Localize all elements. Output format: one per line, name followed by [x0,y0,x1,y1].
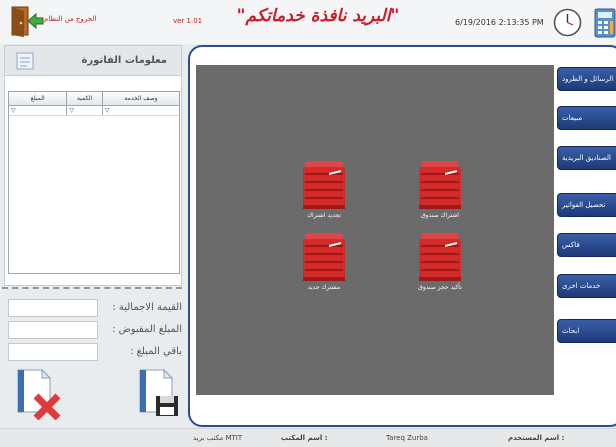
filter-icon[interactable]: ▽ [9,106,66,115]
invoice-title: معلومات الفاتورة [81,55,167,66]
column-header-service-description[interactable]: وصف الخدمة [101,92,179,105]
menu-sales[interactable]: مبيعات [557,106,616,130]
box-subscription-label: اشتراك صندوق [421,212,459,219]
column-header-quantity[interactable]: الكمية [66,92,102,105]
invoice-header: معلومات الفاتورة [5,46,181,76]
filter-icon[interactable]: ▽ [101,106,179,115]
confirm-box-reservation-service[interactable]: تأكيد حجز صندوق [410,231,470,291]
remaining-amount-label: باقي المبلغ : [130,346,182,357]
delete-document-icon[interactable] [16,368,62,421]
renew-subscription-label: تجديد اشتراك [307,212,341,219]
column-header-amount[interactable]: المبلغ [9,92,66,105]
mailbox-icon [419,161,461,209]
menu-po-boxes[interactable]: الصناديق البريدية [557,146,616,170]
clock-icon [553,8,582,37]
top-bar: الخروج من النظام ver 1.01 "البريد نافذة … [0,0,616,44]
mailbox-icon [303,233,345,281]
box-subscription-service[interactable]: اشتراك صندوق [410,159,470,219]
menu-fax[interactable]: فاكس [557,233,616,257]
total-value-row: القيمة الاجمالية : [8,299,186,318]
menu-research[interactable]: ابحاث [557,319,616,343]
app-title: "البريد نافذة خدماتكم" [236,6,400,26]
invoice-document-icon [15,51,35,71]
table-header-row: المبلغ الكمية وصف الخدمة [9,92,179,106]
datetime-label: 6/19/2016 2:13:35 PM [455,18,544,27]
office-label: اسم المكتب : [281,434,328,442]
save-document-icon[interactable] [136,368,180,418]
version-label: ver 1.01 [173,17,203,25]
menu-other-services[interactable]: خدمات اخرى [557,274,616,298]
remaining-amount-field[interactable] [8,343,98,361]
invoice-table[interactable]: المبلغ الكمية وصف الخدمة ▽ ▽ ▽ [8,91,180,274]
total-value-field[interactable] [8,299,98,317]
filter-icon[interactable]: ▽ [66,106,102,115]
services-workspace: تجديد اشتراك اشتراك صندوق مشترك جديد تأك… [196,65,554,395]
exit-label[interactable]: الخروج من النظام [44,15,96,23]
status-bar: مكتب بريد MTIT اسم المكتب : Tareq Zurba … [0,428,616,447]
paid-amount-field[interactable] [8,321,98,339]
user-value: Tareq Zurba [386,434,428,442]
menu-bill-collection[interactable]: تحصيل الفواتير [557,193,616,217]
mailbox-icon [303,161,345,209]
confirm-box-reservation-label: تأكيد حجز صندوق [418,284,462,291]
mailbox-icon [419,233,461,281]
new-subscriber-service[interactable]: مشترك جديد [294,231,354,291]
remaining-amount-row: باقي المبلغ : [8,343,186,362]
invoice-panel: معلومات الفاتورة المبلغ الكمية وصف الخدم… [4,45,182,286]
menu-letters-parcels[interactable]: الرسائل و الطرود [557,67,616,91]
calculator-icon[interactable] [594,8,616,38]
panel-divider [2,287,182,289]
exit-icon[interactable] [10,4,44,38]
table-filter-row[interactable]: ▽ ▽ ▽ [9,106,179,116]
renew-subscription-service[interactable]: تجديد اشتراك [294,159,354,219]
paid-amount-row: المبلغ المقبوض : [8,321,186,340]
user-label: اسم المستخدم : [508,434,565,442]
paid-amount-label: المبلغ المقبوض : [112,324,182,335]
office-value: مكتب بريد MTIT [193,434,243,442]
new-subscriber-label: مشترك جديد [307,284,341,291]
total-value-label: القيمة الاجمالية : [112,302,182,313]
